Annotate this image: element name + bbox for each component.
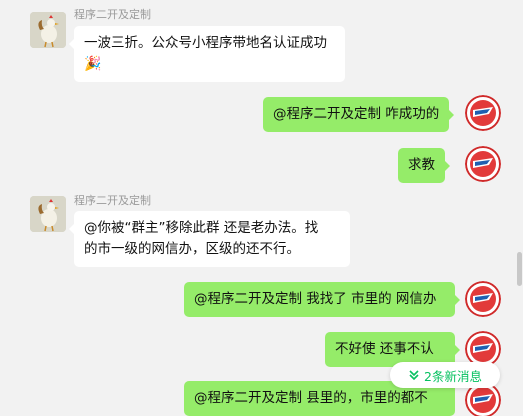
- self-avatar[interactable]: [465, 95, 501, 131]
- logo-avatar-icon: [465, 146, 501, 182]
- message-text: 不好使 还事不认: [335, 341, 434, 357]
- double-chevron-down-icon: [409, 370, 419, 381]
- logo-avatar-icon: [465, 281, 501, 317]
- message-text: @程序二开及定制 县里的，市里的都不: [194, 390, 428, 406]
- message-text: @程序二开及定制 咋成功的: [273, 106, 440, 122]
- message-bubble[interactable]: @程序二开及定制 咋成功的: [263, 97, 455, 132]
- sender-name: 程序二开及定制: [74, 194, 151, 207]
- sender-avatar[interactable]: [30, 12, 66, 48]
- message-text: @程序二开及定制 我找了 市里的 网信办: [194, 291, 437, 307]
- message-text: 求教: [408, 157, 435, 173]
- logo-avatar-icon: [465, 95, 501, 131]
- sender-avatar[interactable]: [30, 196, 66, 232]
- scrollbar-thumb[interactable]: [517, 252, 522, 286]
- new-messages-label: 2条新消息: [424, 368, 482, 384]
- rooster-avatar-icon: [30, 12, 66, 48]
- chat-message-list[interactable]: 程序二开及定制 一波三折。公众号小程序带地名认证成功 🎉 @程序二开及定制 咋成…: [0, 0, 523, 416]
- message-text-line: @你被“群主”移除此群 还是老办法。找: [84, 220, 319, 236]
- rooster-avatar-icon: [30, 196, 66, 232]
- message-bubble[interactable]: 求教: [398, 148, 450, 183]
- message-text-line: 的市一级的网信办，区级的还不行。: [84, 241, 300, 257]
- sender-name: 程序二开及定制: [74, 8, 151, 21]
- self-avatar[interactable]: [465, 281, 501, 317]
- new-messages-button[interactable]: 2条新消息: [390, 362, 500, 388]
- message-bubble[interactable]: @你被“群主”移除此群 还是老办法。找 的市一级的网信办，区级的还不行。: [69, 211, 350, 267]
- party-popper-emoji: 🎉: [84, 56, 102, 72]
- message-bubble[interactable]: @程序二开及定制 我找了 市里的 网信办: [184, 282, 460, 317]
- message-text-line: 一波三折。公众号小程序带地名认证成功: [84, 35, 327, 51]
- message-bubble[interactable]: 一波三折。公众号小程序带地名认证成功 🎉: [69, 26, 345, 82]
- self-avatar[interactable]: [465, 146, 501, 182]
